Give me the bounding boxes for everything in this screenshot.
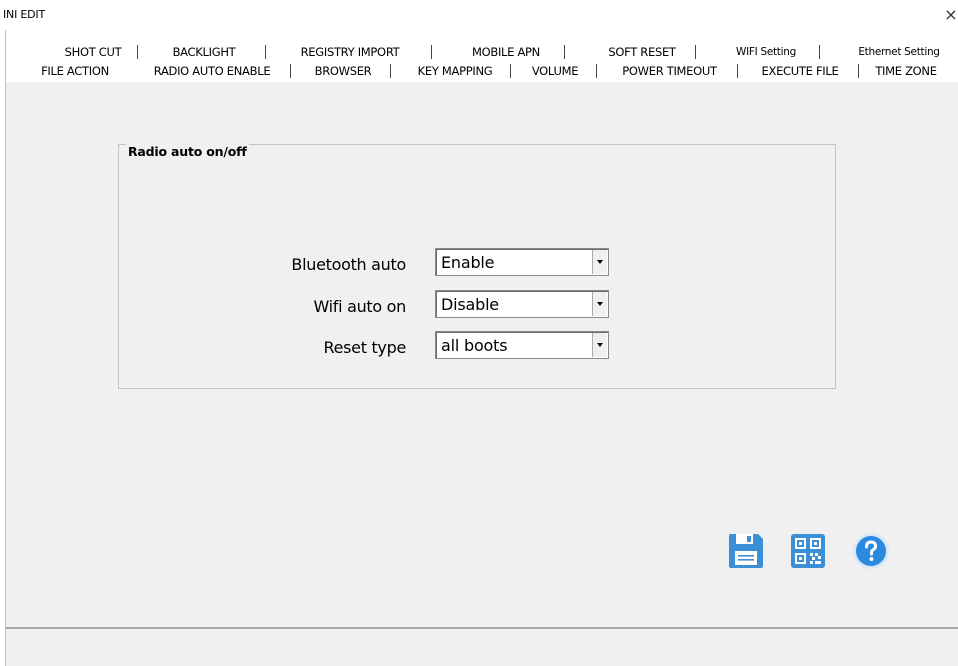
tab-volume[interactable]: VOLUME <box>526 63 584 79</box>
tab-separator <box>819 45 820 59</box>
tab-radio-auto-enable[interactable]: RADIO AUTO ENABLE <box>143 63 281 79</box>
qr-code-button[interactable] <box>787 530 829 572</box>
bluetooth-auto-value: Enable <box>441 253 495 272</box>
question-mark-icon <box>853 533 889 569</box>
tab-shot-cut[interactable]: SHOT CUT <box>58 44 128 60</box>
tab-separator <box>137 45 138 59</box>
tab-wifi-setting[interactable]: WIFI Setting <box>718 44 814 60</box>
tab-separator <box>265 45 266 59</box>
tab-time-zone[interactable]: TIME ZONE <box>868 63 944 79</box>
tab-panel: Radio auto on/off Bluetooth auto Enable … <box>6 82 958 627</box>
bluetooth-auto-label: Bluetooth auto <box>291 255 406 274</box>
window-title: INI EDIT <box>3 8 45 21</box>
wifi-auto-on-select[interactable]: Disable <box>435 290 609 318</box>
tab-browser[interactable]: BROWSER <box>304 63 382 79</box>
tab-key-mapping[interactable]: KEY MAPPING <box>406 63 504 79</box>
tab-separator <box>695 45 696 59</box>
status-area <box>6 629 958 666</box>
tab-separator <box>510 64 511 78</box>
floppy-disk-icon <box>729 534 763 568</box>
tab-file-action[interactable]: FILE ACTION <box>39 63 111 79</box>
help-button[interactable] <box>850 530 892 572</box>
tab-separator <box>290 64 291 78</box>
wifi-auto-on-value: Disable <box>441 295 499 314</box>
tab-backlight[interactable]: BACKLIGHT <box>156 44 252 60</box>
reset-type-value: all boots <box>441 336 508 355</box>
tab-separator <box>564 45 565 59</box>
reset-type-label: Reset type <box>323 338 406 357</box>
wifi-auto-on-label: Wifi auto on <box>313 297 406 316</box>
save-button[interactable] <box>725 530 767 572</box>
tab-strip: SHOT CUT BACKLIGHT REGISTRY IMPORT MOBIL… <box>6 30 958 82</box>
tab-separator <box>858 64 859 78</box>
close-button[interactable]: × <box>944 6 958 24</box>
tab-mobile-apn[interactable]: MOBILE APN <box>452 44 560 60</box>
bluetooth-auto-select[interactable]: Enable <box>435 248 609 276</box>
title-bar: INI EDIT × <box>0 0 958 30</box>
tab-registry-import[interactable]: REGISTRY IMPORT <box>282 44 418 60</box>
tab-soft-reset[interactable]: SOFT RESET <box>583 44 701 60</box>
chevron-down-icon[interactable] <box>592 333 607 357</box>
tab-power-timeout[interactable]: POWER TIMEOUT <box>607 63 732 79</box>
tab-separator <box>431 45 432 59</box>
tab-ethernet-setting[interactable]: Ethernet Setting <box>844 44 954 60</box>
chevron-down-icon[interactable] <box>592 292 607 316</box>
chevron-down-icon[interactable] <box>592 250 607 274</box>
reset-type-select[interactable]: all boots <box>435 331 609 359</box>
qr-code-icon <box>791 534 825 568</box>
tab-separator <box>390 64 391 78</box>
group-title: Radio auto on/off <box>126 144 249 159</box>
tab-separator <box>737 64 738 78</box>
tab-execute-file[interactable]: EXECUTE FILE <box>751 63 849 79</box>
tab-separator <box>596 64 597 78</box>
